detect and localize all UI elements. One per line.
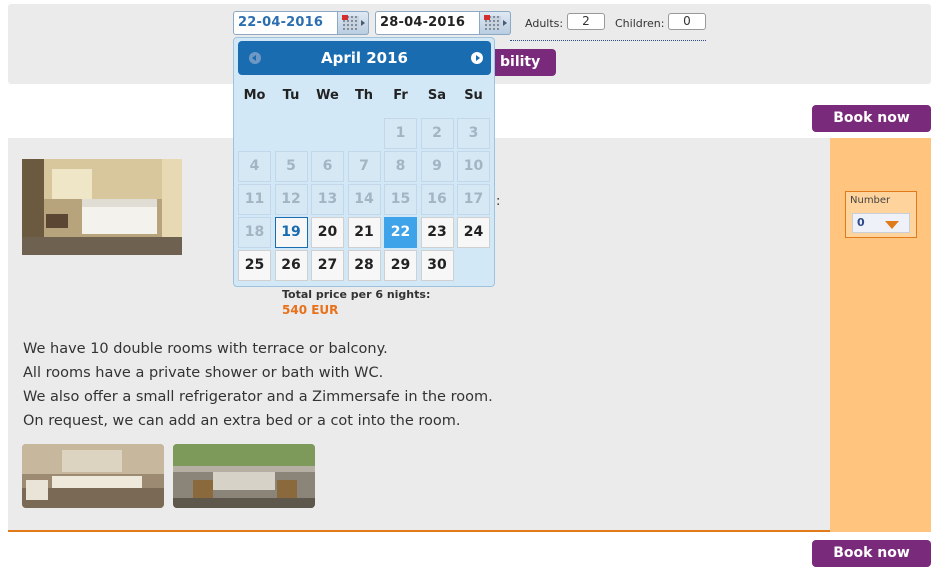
- weekday-label: We: [316, 88, 339, 103]
- day-cell: 14: [347, 184, 381, 215]
- total-price-value: 540 EUR: [282, 303, 339, 317]
- day-cell: 17: [457, 184, 490, 215]
- children-label: Children:: [615, 17, 665, 30]
- room-photo[interactable]: [22, 159, 182, 255]
- day-cell: 10: [457, 151, 490, 182]
- terrace-thumbnail[interactable]: [173, 444, 315, 508]
- day-cell: 7: [347, 151, 381, 182]
- adults-label: Adults:: [525, 17, 564, 30]
- children-input[interactable]: 0: [668, 13, 706, 30]
- day-cell: 3: [457, 118, 490, 149]
- room-count-value: 0: [857, 216, 865, 229]
- room-count-label: Number: [850, 195, 891, 206]
- description-line: We have 10 double rooms with terrace or …: [23, 341, 388, 357]
- day-cell: 4: [238, 151, 271, 182]
- day-cell: 15: [384, 184, 417, 215]
- description-line: On request, we can add an extra bed or a…: [23, 413, 461, 429]
- weekday-label: Sa: [427, 88, 447, 103]
- day-cell: 2: [420, 118, 454, 149]
- checkout-date-value: 28-04-2016: [380, 15, 466, 30]
- divider: [510, 40, 706, 41]
- chevron-down-icon: [885, 221, 899, 229]
- day-cell: 12: [274, 184, 308, 215]
- datepicker-title: April 2016: [321, 49, 408, 67]
- day-cell: 8: [384, 151, 417, 182]
- book-now-button-top[interactable]: Book now: [812, 105, 931, 132]
- checkout-calendar-button[interactable]: [479, 11, 511, 35]
- day-cell: 11: [238, 184, 271, 215]
- next-month-icon[interactable]: [471, 52, 483, 64]
- day-cell[interactable]: 29: [384, 250, 417, 281]
- day-cell[interactable]: 27: [311, 250, 344, 281]
- day-cell[interactable]: 28: [347, 250, 381, 281]
- day-cell[interactable]: 30: [420, 250, 454, 281]
- day-cell: 5: [274, 151, 308, 182]
- description-line: We also offer a small refrigerator and a…: [23, 389, 493, 405]
- day-cell: 16: [420, 184, 454, 215]
- day-cell: 1: [384, 118, 417, 149]
- day-cell: 9: [420, 151, 454, 182]
- bathroom-thumbnail[interactable]: [22, 444, 164, 508]
- checkin-calendar-button[interactable]: [337, 11, 369, 35]
- weekday-label: Su: [464, 88, 483, 103]
- weekday-label: Mo: [243, 88, 266, 103]
- day-cell[interactable]: 24: [457, 217, 490, 248]
- weekday-label: Tu: [282, 88, 300, 103]
- adults-input[interactable]: 2: [567, 13, 605, 30]
- day-cell[interactable]: 26: [274, 250, 308, 281]
- day-cell[interactable]: 25: [238, 250, 271, 281]
- day-cell[interactable]: 23: [420, 217, 454, 248]
- room-count-select[interactable]: 0: [852, 213, 910, 233]
- room-count-box: Number 0: [845, 191, 917, 238]
- day-cell: 6: [311, 151, 344, 182]
- total-price-label: Total price per 6 nights:: [282, 288, 431, 301]
- datepicker-popup: April 2016 Mo Tu We Th Fr Sa Su 1 2 3 4 5 6 7 8 9 10 11 1…: [233, 37, 495, 287]
- day-cell: 18: [238, 217, 271, 248]
- book-now-button-bottom[interactable]: Book now: [812, 540, 931, 567]
- checkout-date-input[interactable]: 28-04-2016: [375, 11, 511, 35]
- colon-text: :: [496, 194, 501, 209]
- day-cell[interactable]: 20: [311, 217, 344, 248]
- description-line: All rooms have a private shower or bath …: [23, 365, 384, 381]
- weekday-label: Fr: [393, 88, 408, 103]
- checkin-date-value: 22-04-2016: [238, 15, 324, 30]
- day-cell[interactable]: 22: [384, 217, 417, 248]
- checkin-date-input[interactable]: 22-04-2016: [233, 11, 369, 35]
- day-cell[interactable]: 19: [274, 217, 308, 248]
- datepicker-header: April 2016: [238, 41, 491, 75]
- day-cell: 13: [311, 184, 344, 215]
- weekday-label: Th: [354, 88, 374, 103]
- day-cell[interactable]: 21: [347, 217, 381, 248]
